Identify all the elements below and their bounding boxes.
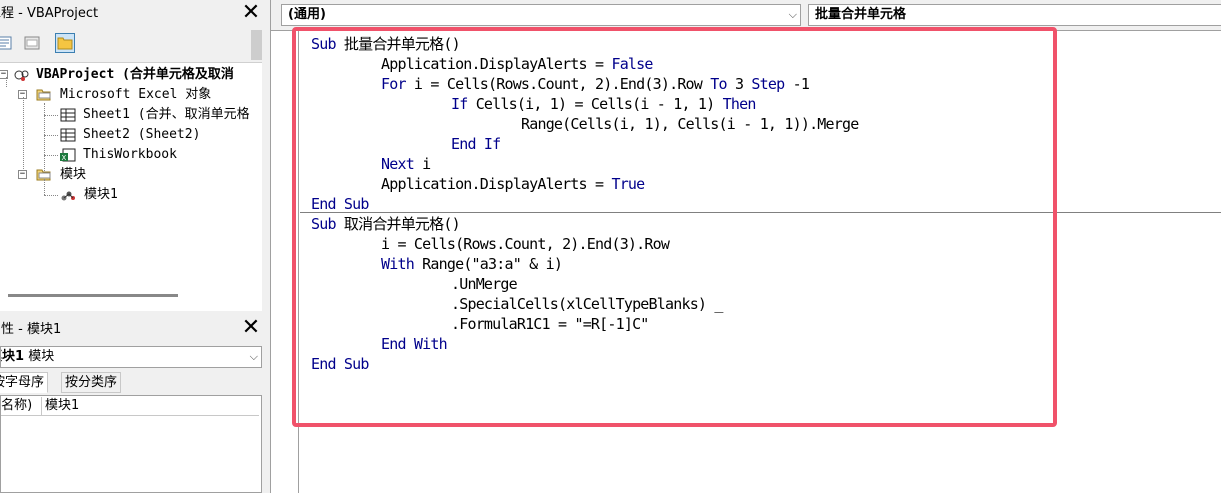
tree-item-sheet1[interactable]: Sheet1 (合并、取消单元格	[0, 105, 262, 125]
toggle-folders-button[interactable]	[55, 33, 75, 53]
properties-object-combo[interactable]: 模块1 模块 ⌵	[0, 346, 262, 368]
worksheet-icon	[60, 128, 76, 142]
object-name: 模块1	[1, 349, 25, 364]
code-line[interactable]: For i = Cells(Rows.Count, 2).End(3).Row …	[381, 74, 810, 94]
code-line[interactable]: Application.DisplayAlerts = False	[381, 54, 653, 74]
procedure-separator	[300, 212, 1221, 213]
code-line[interactable]: End Sub	[311, 194, 369, 214]
collapse-icon[interactable]: −	[18, 170, 27, 179]
tree-folder-excel-objects[interactable]: − Microsoft Excel 对象	[0, 85, 262, 105]
vba-project-icon	[14, 70, 29, 81]
properties-close-icon[interactable]: ✕	[240, 317, 262, 339]
property-row-name[interactable]: (名称) 模块1	[0, 397, 259, 416]
svg-text:X: X	[62, 154, 67, 162]
procedure-combo-value: 批量合并单元格	[815, 7, 907, 22]
code-line[interactable]: Next i	[381, 154, 431, 174]
code-line[interactable]: Sub 取消合并单元格()	[311, 214, 461, 234]
project-hscrollbar[interactable]	[8, 294, 178, 297]
project-explorer-title: 工程 - VBAProject	[0, 6, 99, 21]
code-line[interactable]: End Sub	[311, 354, 369, 374]
module-icon	[61, 191, 75, 201]
object-combo-value: (通用)	[288, 7, 326, 22]
properties-titlebar: 属性 - 模块1 ✕	[0, 314, 263, 340]
tree-label-thisworkbook: ThisWorkbook	[83, 147, 177, 162]
open-folder-icon	[36, 89, 51, 101]
code-line[interactable]: Application.DisplayAlerts = True	[381, 174, 645, 194]
tree-label-excel-objects: Microsoft Excel 对象	[60, 87, 212, 102]
view-object-button[interactable]	[22, 33, 42, 53]
code-line[interactable]: .FormulaR1C1 = "=R[-1]C"	[451, 314, 649, 334]
tree-label-sheet1: Sheet1 (合并、取消单元格	[83, 107, 250, 122]
tree-label-modules: 模块	[60, 167, 87, 182]
tree-folder-modules[interactable]: − 模块	[0, 165, 262, 185]
code-line[interactable]: End With	[381, 334, 448, 354]
view-code-button[interactable]	[0, 33, 14, 53]
workbook-icon: X	[60, 148, 76, 162]
code-line[interactable]: i = Cells(Rows.Count, 2).End(3).Row	[381, 234, 670, 254]
procedure-combo[interactable]: 批量合并单元格	[808, 4, 1221, 26]
margin-indicator-bar[interactable]	[271, 31, 299, 493]
project-toolbar	[0, 27, 263, 61]
object-type: 模块	[28, 349, 55, 364]
folder-icon	[57, 37, 73, 50]
code-line[interactable]: With Range("a3:a" & i)	[381, 254, 563, 274]
tree-item-module1[interactable]: 模块1	[0, 185, 262, 205]
project-tree: − VBAProject (合并单元格及取消 − Microsoft Excel…	[0, 62, 262, 311]
tree-item-thisworkbook[interactable]: X ThisWorkbook	[0, 145, 262, 165]
tree-root-vbaproject[interactable]: − VBAProject (合并单元格及取消	[0, 65, 262, 85]
tree-item-sheet2[interactable]: Sheet2 (Sheet2)	[0, 125, 262, 145]
code-line[interactable]: Sub 批量合并单元格()	[311, 34, 461, 54]
tree-label-module1: 模块1	[84, 187, 118, 202]
code-line[interactable]: End If	[451, 134, 501, 154]
properties-grid: (名称) 模块1	[0, 395, 262, 493]
code-window-header: (通用) ⌵ 批量合并单元格	[271, 0, 1221, 30]
project-explorer-titlebar: 工程 - VBAProject ✕	[0, 0, 263, 26]
property-name: (名称)	[0, 398, 33, 413]
tab-alphabetic[interactable]: 按字母序	[0, 372, 49, 393]
view-code-icon	[0, 36, 12, 50]
code-line[interactable]: .UnMerge	[451, 274, 518, 294]
chevron-down-icon[interactable]: ⌵	[250, 347, 258, 367]
property-value[interactable]: 模块1	[45, 397, 79, 415]
object-combo[interactable]: (通用) ⌵	[281, 4, 801, 26]
tree-label-root: VBAProject (合并单元格及取消	[36, 67, 234, 82]
code-line[interactable]: .SpecialCells(xlCellTypeBlanks) _	[451, 294, 723, 314]
properties-title: 属性 - 模块1	[0, 322, 62, 337]
code-line[interactable]: Range(Cells(i, 1), Cells(i - 1, 1)).Merg…	[521, 114, 859, 134]
tree-label-sheet2: Sheet2 (Sheet2)	[83, 127, 201, 142]
view-object-icon	[24, 36, 40, 50]
project-close-icon[interactable]: ✕	[240, 2, 262, 24]
project-scrollbar[interactable]	[251, 30, 262, 60]
code-editor[interactable]: Sub 批量合并单元格() Application.DisplayAlerts …	[271, 30, 1221, 493]
worksheet-icon	[60, 108, 76, 122]
code-line[interactable]: If Cells(i, 1) = Cells(i - 1, 1) Then	[451, 94, 756, 114]
chevron-down-icon[interactable]: ⌵	[789, 5, 797, 25]
tab-categorized[interactable]: 按分类序	[61, 372, 122, 393]
